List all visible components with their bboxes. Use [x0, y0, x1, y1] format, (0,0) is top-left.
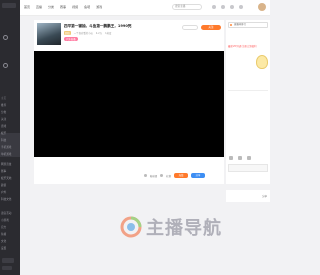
topbar-icons: [212, 5, 243, 9]
share-room-button[interactable]: 分享: [190, 173, 205, 178]
follow-icon[interactable]: [221, 5, 225, 9]
sidebar-label[interactable]: 主页: [1, 96, 19, 100]
emoji-icon[interactable]: [229, 156, 233, 160]
sidebar-footer-link[interactable]: [2, 266, 12, 270]
rank-tab[interactable]: 直播间排行: [228, 22, 268, 28]
sidebar-label[interactable]: 推荐: [1, 103, 19, 107]
top-bar: 首页 直播 分类 赛事 视频 鱼吧 游戏 搜索主播: [20, 0, 270, 16]
sidebar-label[interactable]: 娱乐: [1, 131, 19, 135]
right-panel: 直播间排行 最新VIP开通 注册立领福利: [226, 20, 270, 184]
room-tag[interactable]: 颜值: [64, 31, 71, 35]
sidebar-label[interactable]: 语音互动: [1, 211, 19, 215]
nav-item[interactable]: 直播: [36, 5, 42, 9]
message-icon[interactable]: [239, 5, 243, 9]
streamer-name[interactable]: 一个喜欢看的小伙: [74, 31, 93, 35]
category-badge[interactable]: 户外直播: [64, 37, 78, 41]
sidebar-footer-button[interactable]: [2, 258, 14, 263]
download-icon[interactable]: [230, 5, 234, 9]
gift-box-icon[interactable]: [238, 156, 242, 160]
right-panel-footer: 分享: [226, 190, 270, 202]
nav-item[interactable]: 游戏: [96, 5, 102, 9]
sidebar-logo[interactable]: [2, 3, 16, 8]
settings-icon[interactable]: [247, 156, 251, 160]
gift-label[interactable]: 礼物: [166, 174, 171, 178]
room-panel: 四平第一铺抽，斗鱼第一鹏鹏王，1990死 颜值 一个喜欢看的小伙 4.2万 1热…: [34, 20, 224, 184]
watermark: 主播导航: [119, 214, 222, 240]
gift-icon[interactable]: [160, 174, 164, 177]
player-toolbar: 粉丝团 礼物 充值 分享: [144, 173, 205, 178]
promo-tip[interactable]: 最新VIP开通 注册立领福利: [228, 44, 256, 48]
nav-item[interactable]: 鱼吧: [84, 5, 90, 9]
fans-label[interactable]: 粉丝团: [150, 174, 157, 178]
sidebar-label[interactable]: 科技: [1, 138, 19, 142]
mascot-image: [256, 55, 268, 69]
nav-item[interactable]: 赛事: [60, 5, 66, 9]
sidebar-label[interactable]: 关注: [1, 117, 19, 121]
streamer-avatar[interactable]: [37, 23, 61, 45]
home-icon[interactable]: [3, 35, 8, 40]
footer-label[interactable]: 分享: [262, 194, 267, 198]
user-avatar[interactable]: [258, 3, 266, 11]
sidebar-label[interactable]: 网游竞技: [1, 162, 19, 166]
divider: [228, 90, 268, 91]
heat-count: 1热度: [105, 32, 112, 35]
video-player[interactable]: [34, 51, 224, 157]
sidebar-label[interactable]: 官方: [1, 225, 19, 229]
nav-item[interactable]: 分类: [48, 5, 54, 9]
fans-icon[interactable]: [144, 174, 147, 177]
sidebar-label[interactable]: 设置: [1, 246, 19, 250]
recharge-button[interactable]: 充值: [173, 173, 188, 178]
watermark-logo-icon: [120, 216, 142, 238]
chat-input[interactable]: [228, 164, 268, 172]
sidebar-label[interactable]: 户外: [1, 190, 19, 194]
sidebar-label[interactable]: 小游戏: [1, 218, 19, 222]
sidebar-label[interactable]: 文化: [1, 239, 19, 243]
watermark-text: 主播导航: [146, 218, 222, 239]
follower-count: 4.2万: [95, 32, 103, 35]
top-nav: 首页 直播 分类 赛事 视频 鱼吧 游戏: [24, 5, 102, 9]
room-meta: 颜值 一个喜欢看的小伙 4.2万 1热度: [64, 31, 111, 35]
sidebar-label[interactable]: 游戏: [1, 124, 19, 128]
category-icon[interactable]: [3, 63, 8, 68]
sidebar-label[interactable]: 娱乐天地: [1, 176, 19, 180]
search-input[interactable]: 搜索主播: [172, 4, 202, 10]
left-sidebar: 主页 推荐 分类 关注 游戏 娱乐 科技 手机游戏 单机游戏 网游竞技 赛事 娱…: [0, 0, 20, 275]
history-icon[interactable]: [212, 5, 216, 9]
nav-item[interactable]: 视频: [72, 5, 78, 9]
sidebar-label[interactable]: 手机游戏: [1, 145, 19, 149]
nav-item[interactable]: 首页: [24, 5, 30, 9]
sidebar-label[interactable]: 赛事: [1, 169, 19, 173]
sidebar-label[interactable]: 单机游戏: [1, 152, 19, 156]
chat-tools: [229, 156, 251, 160]
sidebar-label[interactable]: 颜值: [1, 183, 19, 187]
share-button[interactable]: [182, 25, 198, 30]
sidebar-label[interactable]: 科技文化: [1, 197, 19, 201]
follow-button[interactable]: 关注: [201, 25, 221, 30]
room-title: 四平第一铺抽，斗鱼第一鹏鹏王，1990死: [64, 24, 132, 28]
sidebar-label[interactable]: 分类: [1, 110, 19, 114]
sidebar-label[interactable]: 鱼塘: [1, 232, 19, 236]
